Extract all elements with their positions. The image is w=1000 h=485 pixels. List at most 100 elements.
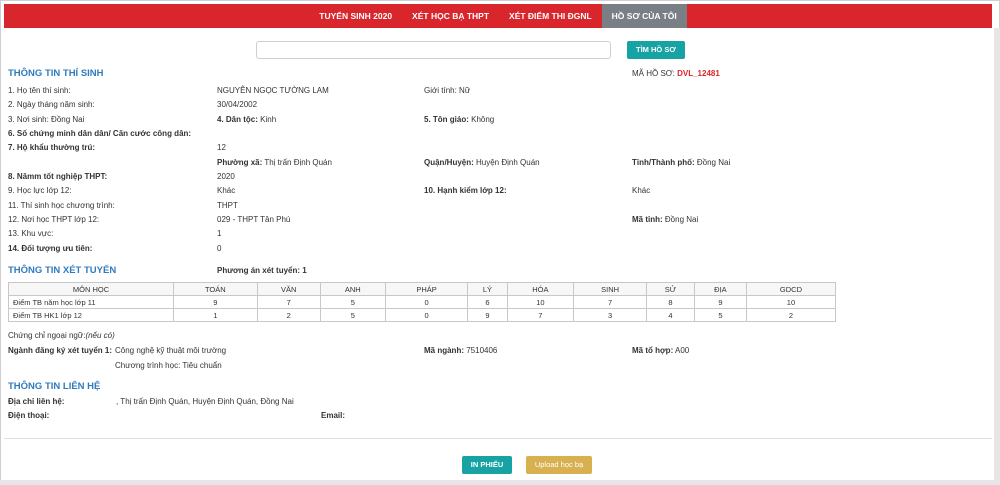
table-cell: 0 [384, 295, 469, 309]
header-van: VĂN [256, 282, 321, 296]
table-row: Điểm TB năm học lớp 11 9 7 5 0 6 10 7 8 … [8, 295, 837, 309]
grad-year-value: 2020 [217, 172, 235, 181]
table-cell: 2 [745, 308, 837, 322]
combo-code: Mã tổ hợp: A00 [632, 346, 689, 355]
area-label: 13. Khu vực: [8, 229, 54, 238]
major-value: Công nghệ kỹ thuật môi trường [115, 346, 227, 355]
table-cell: 10 [745, 295, 837, 309]
cert-label: Chứng chỉ ngoại ngữ: [8, 331, 86, 340]
major-code-value: 7510406 [464, 346, 498, 355]
search-button[interactable]: TÌM HỒ SƠ [627, 41, 685, 59]
conduct-value: Khác [632, 186, 651, 195]
header-anh: ANH [319, 282, 386, 296]
province-value: Đồng Nai [694, 158, 731, 167]
row-label: Điểm TB năm học lớp 11 [8, 295, 174, 309]
priority-label: 14. Đối tượng ưu tiên: [8, 244, 93, 253]
address-value: , Thị trấn Định Quán, Huyện Định Quán, Đ… [116, 397, 294, 406]
search-input[interactable] [256, 41, 611, 59]
district-label: Quận/Huyện: [424, 158, 474, 167]
residence-value: 12 [217, 143, 226, 152]
ethnicity-label: 4. Dân tộc: [217, 115, 258, 124]
row-label: Điểm TB HK1 lớp 12 [8, 308, 174, 322]
table-cell: 6 [467, 295, 508, 309]
academic-value: Khác [217, 186, 236, 195]
province-code: Mã tỉnh: Đồng Nai [632, 215, 698, 224]
header-su: SỬ [646, 282, 695, 296]
school-label: 12. Nơi học THPT lớp 12: [8, 215, 100, 224]
table-cell: 0 [384, 308, 469, 322]
header-subject: MÔN HỌC [8, 282, 174, 296]
table-cell: 1 [173, 308, 258, 322]
address-label: Địa chỉ liên hệ: [8, 397, 65, 406]
record-code-label: MÃ HỒ SƠ: [632, 69, 675, 78]
nav-xet-diem-dgnl[interactable]: XÉT ĐIỂM THI ĐGNL [499, 4, 602, 28]
ward: Phường xã: Thị trấn Định Quán [217, 158, 332, 167]
area-value: 1 [217, 229, 222, 238]
table-row: Điểm TB HK1 lớp 12 1 2 5 0 9 7 3 4 5 2 [8, 308, 837, 322]
table-cell: 2 [256, 308, 321, 322]
table-cell: 7 [506, 308, 575, 322]
table-cell: 7 [256, 295, 321, 309]
dob-value: 30/04/2002 [217, 100, 258, 109]
cert-note: (nếu có) [85, 331, 115, 340]
table-cell: 8 [646, 295, 695, 309]
nav-tuyen-sinh[interactable]: TUYỂN SINH 2020 [309, 4, 402, 28]
table-cell: 3 [573, 308, 648, 322]
residence-label: 7. Hộ khẩu thường trú: [8, 143, 96, 152]
province: Tỉnh/Thành phố: Đồng Nai [632, 158, 730, 167]
phone-label: Điện thoại: [8, 411, 50, 420]
table-cell: 5 [319, 295, 386, 309]
nav-xet-hoc-ba[interactable]: XÉT HỌC BẠ THPT [402, 4, 499, 28]
major-code: Mã ngành: 7510406 [424, 346, 497, 355]
search-row: TÌM HỒ SƠ [256, 41, 685, 59]
combo-value: A00 [673, 346, 690, 355]
header-gdcd: GDCD [745, 282, 837, 296]
ethnicity: 4. Dân tộc: Kinh [217, 115, 276, 124]
table-cell: 5 [693, 308, 747, 322]
top-nav: TUYỂN SINH 2020 XÉT HỌC BẠ THPT XÉT ĐIỂM… [4, 4, 992, 28]
religion-label: 5. Tôn giáo: [424, 115, 469, 124]
table-cell: 4 [646, 308, 695, 322]
major-code-label: Mã ngành: [424, 346, 464, 355]
record-code-value: DVL_12481 [677, 69, 720, 78]
combo-label: Mã tổ hợp: [632, 346, 674, 355]
conduct-label: 10. Hạnh kiểm lớp 12: [424, 186, 507, 195]
dob-label: 2. Ngày tháng năm sinh: [8, 100, 95, 109]
religion-value: Không [468, 115, 495, 124]
birthplace: 3. Nơi sinh: Đồng Nai [8, 115, 85, 124]
section-title-applicant: THÔNG TIN THÍ SINH [8, 68, 104, 79]
section-title-admission: THÔNG TIN XÉT TUYỂN [8, 265, 117, 276]
print-button[interactable]: IN PHIẾU [462, 456, 512, 474]
id-label: 6. Số chứng minh dân dân/ Căn cước công … [8, 129, 192, 138]
scores-table: MÔN HỌC TOÁN VĂN ANH PHÁP LÝ HÓA SINH SỬ… [8, 282, 837, 322]
ethnicity-value: Kinh [257, 115, 277, 124]
record-code: MÃ HỒ SƠ: DVL_12481 [632, 69, 720, 78]
name-label: 1. Họ tên thí sinh: [8, 86, 71, 95]
upload-transcript-button[interactable]: Upload học bạ [526, 456, 592, 474]
scores-header-row: MÔN HỌC TOÁN VĂN ANH PHÁP LÝ HÓA SINH SỬ… [8, 282, 837, 296]
table-cell: 5 [319, 308, 386, 322]
table-cell: 7 [573, 295, 648, 309]
program-label: 11. Thí sinh học chương trình: [8, 201, 115, 210]
study-program: Chương trình học: Tiêu chuẩn [115, 361, 222, 370]
page-frame [0, 0, 1000, 485]
cert: Chứng chỉ ngoại ngữ:(nếu có) [8, 331, 115, 340]
header-ly: LÝ [467, 282, 508, 296]
district: Quận/Huyện: Huyện Định Quán [424, 158, 540, 167]
table-cell: 9 [693, 295, 747, 309]
religion: 5. Tôn giáo: Không [424, 115, 494, 124]
table-cell: 9 [173, 295, 258, 309]
nav-ho-so-cua-toi[interactable]: HỒ SƠ CỦA TÔI [601, 4, 687, 28]
header-hoa: HÓA [506, 282, 575, 296]
email-label: Email: [321, 411, 346, 420]
district-value: Huyện Định Quán [473, 158, 540, 167]
gender: Giới tính: Nữ [424, 86, 471, 95]
province-label: Tỉnh/Thành phố: [632, 158, 695, 167]
header-toan: TOÁN [173, 282, 258, 296]
school-value: 029 - THPT Tân Phú [217, 215, 291, 224]
header-dia: ĐỊA [693, 282, 747, 296]
province-code-label: Mã tỉnh: [632, 215, 663, 224]
name-value: NGUYỄN NGỌC TƯỜNG LAM [217, 86, 329, 95]
table-cell: 9 [467, 308, 508, 322]
ward-label: Phường xã: [217, 158, 263, 167]
